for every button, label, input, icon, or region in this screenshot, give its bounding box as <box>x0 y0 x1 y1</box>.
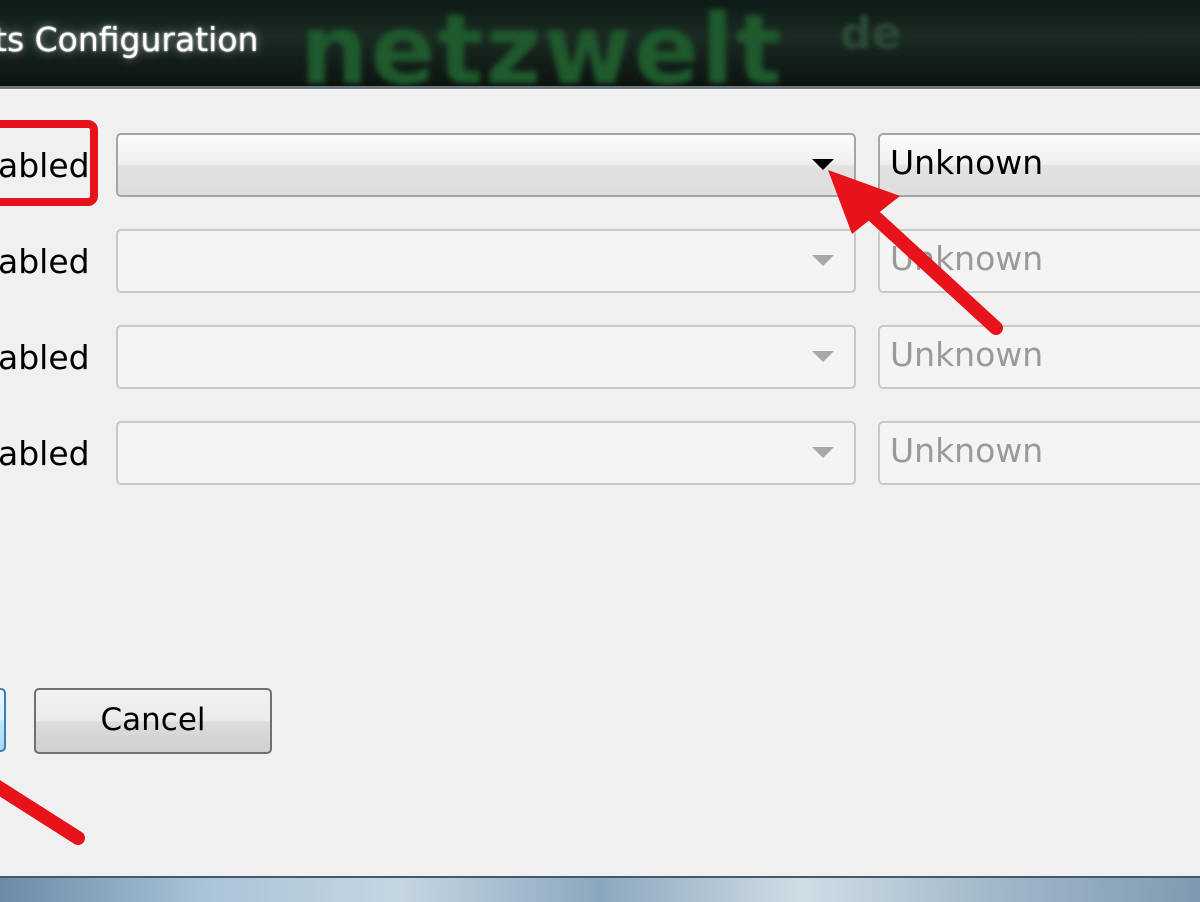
title-bar[interactable]: netzwelt de ts Configuration <box>0 0 1200 88</box>
window-title: ts Configuration <box>0 20 259 59</box>
cancel-button[interactable]: Cancel <box>34 688 272 754</box>
row-2-dropdown[interactable] <box>116 229 856 293</box>
chevron-down-icon[interactable] <box>812 447 834 458</box>
watermark-logo: netzwelt <box>300 0 784 88</box>
row-4-status: Unknown <box>878 421 1200 485</box>
row-2-status: Unknown <box>878 229 1200 293</box>
row-4-dropdown[interactable] <box>116 421 856 485</box>
taskbar-strip <box>0 876 1200 902</box>
chevron-down-icon[interactable] <box>812 255 834 266</box>
row-1-status: Unknown <box>878 133 1200 197</box>
row-3-label: abled <box>0 338 90 377</box>
row-4-label: abled <box>0 434 90 473</box>
row-2-label: abled <box>0 242 90 281</box>
ok-button[interactable] <box>0 688 6 752</box>
row-3-dropdown[interactable] <box>116 325 856 389</box>
annotation-highlight-box <box>0 120 98 206</box>
chevron-down-icon[interactable] <box>812 159 834 170</box>
dialog-body: abled Unknown abled Unknown abled Unknow… <box>0 89 1200 877</box>
row-3-status: Unknown <box>878 325 1200 389</box>
chevron-down-icon[interactable] <box>812 351 834 362</box>
row-1-dropdown[interactable] <box>116 133 856 197</box>
watermark-suffix: de <box>840 8 902 59</box>
